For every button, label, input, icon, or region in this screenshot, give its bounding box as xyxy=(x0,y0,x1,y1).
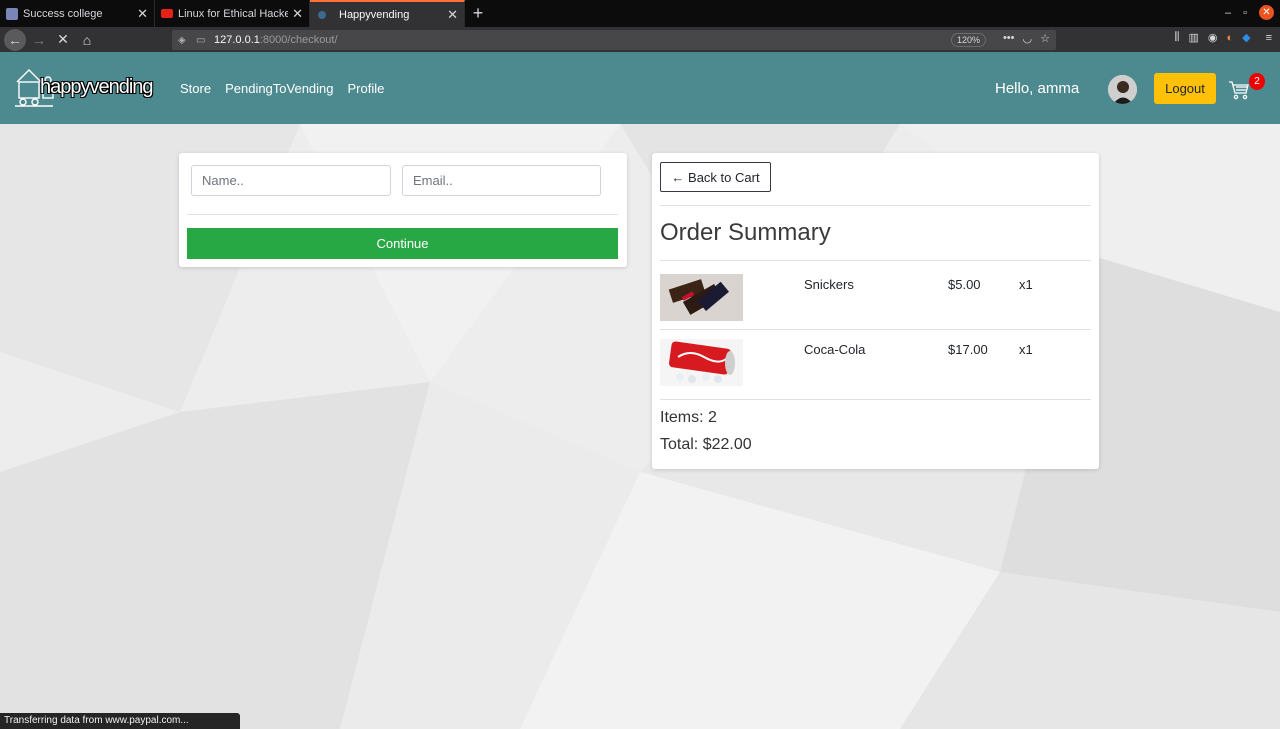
order-summary-title: Order Summary xyxy=(660,219,831,246)
logout-button[interactable]: Logout xyxy=(1154,73,1216,104)
browser-tab-bar: Success college ✕ Linux for Ethical Hack… xyxy=(0,0,1280,27)
pocket-icon[interactable]: ◡ xyxy=(1023,32,1033,45)
more-actions-icon[interactable]: ••• xyxy=(1003,32,1015,45)
window-controls: – ▫ ✕ xyxy=(1225,5,1274,20)
checkout-form-card: Name.. Email.. Continue xyxy=(179,153,627,267)
forward-icon[interactable]: → xyxy=(28,29,50,51)
item-quantity: x1 xyxy=(1019,342,1033,357)
item-name: Coca-Cola xyxy=(804,342,866,357)
cart-icon[interactable] xyxy=(1228,80,1250,100)
new-tab-icon[interactable]: + xyxy=(465,0,491,27)
minimize-icon[interactable]: – xyxy=(1225,7,1231,19)
close-tab-icon[interactable]: ✕ xyxy=(447,7,458,23)
browser-tab-happyvending[interactable]: Happyvending ✕ xyxy=(310,0,465,27)
tab-label: Happyvending xyxy=(339,8,410,21)
item-price: $17.00 xyxy=(948,342,988,357)
list-item: Coca-Cola $17.00 x1 xyxy=(660,339,1091,395)
item-price: $5.00 xyxy=(948,277,981,292)
bookmark-star-icon[interactable]: ☆ xyxy=(1040,32,1050,45)
college-favicon-icon xyxy=(6,7,18,20)
close-tab-icon[interactable]: ✕ xyxy=(292,6,303,22)
extension-blue-icon[interactable]: ◆ xyxy=(1242,31,1250,44)
close-window-icon[interactable]: ✕ xyxy=(1259,5,1274,20)
cart-count-badge: 2 xyxy=(1249,73,1265,90)
url-actions: ••• ◡ ☆ xyxy=(1003,32,1050,45)
stop-icon[interactable]: ✕ xyxy=(52,29,74,51)
item-name: Snickers xyxy=(804,277,854,292)
email-input[interactable]: Email.. xyxy=(402,165,601,196)
summary-divider xyxy=(660,260,1091,261)
user-greeting: Hello, amma xyxy=(995,80,1080,97)
nav-link-pending-to-vending[interactable]: PendingToVending xyxy=(225,81,333,96)
list-item: Snickers $5.00 x1 xyxy=(660,274,1091,330)
form-divider xyxy=(187,214,618,215)
browser-tab-linux[interactable]: Linux for Ethical Hackers ✕ xyxy=(155,0,310,27)
shield-icon[interactable]: ◈ xyxy=(178,35,190,46)
sidebar-icon[interactable]: ▥ xyxy=(1188,31,1198,44)
nav-link-store[interactable]: Store xyxy=(180,81,211,96)
toolbar-icons: ⫼ ▥ ◉ ◐ ◆ ≡ xyxy=(1174,31,1272,44)
site-nav-links: Store PendingToVending Profile xyxy=(180,81,384,96)
zoom-level[interactable]: 120% xyxy=(950,33,986,47)
menu-icon[interactable]: ≡ xyxy=(1266,32,1272,44)
summary-divider xyxy=(660,205,1091,206)
item-quantity: x1 xyxy=(1019,277,1033,292)
home-icon[interactable]: ⌂ xyxy=(76,29,98,51)
extension-orange-icon[interactable]: ◐ xyxy=(1226,32,1233,44)
snickers-image xyxy=(660,274,743,321)
avatar[interactable] xyxy=(1108,75,1137,104)
account-icon[interactable]: ◉ xyxy=(1208,31,1218,44)
back-to-cart-button[interactable]: ← Back to Cart xyxy=(660,162,771,192)
close-tab-icon[interactable]: ✕ xyxy=(137,6,148,22)
order-summary-card: ← Back to Cart Order Summary Snickers $5… xyxy=(652,153,1099,469)
tab-label: Success college xyxy=(23,7,103,20)
nav-link-profile[interactable]: Profile xyxy=(348,81,385,96)
library-icon[interactable]: ⫼ xyxy=(1174,31,1179,44)
site-navbar: happyvending Store PendingToVending Prof… xyxy=(0,52,1280,124)
back-icon[interactable]: ← xyxy=(4,28,26,51)
continue-button[interactable]: Continue xyxy=(187,228,618,259)
youtube-favicon-icon xyxy=(161,9,173,18)
snickers-image-icon xyxy=(660,274,743,321)
browser-nav-bar: ← → ✕ ⌂ ◈ ▭ 127.0.0.1:8000/checkout/ 120… xyxy=(0,27,1280,52)
row-divider xyxy=(660,329,1091,330)
url-text: 127.0.0.1:8000/checkout/ xyxy=(214,34,338,46)
page-viewport: happyvending Store PendingToVending Prof… xyxy=(0,52,1280,729)
browser-tab-success-college[interactable]: Success college ✕ xyxy=(0,0,155,27)
loading-favicon-icon xyxy=(318,10,326,19)
browser-status-bar: Transferring data from www.paypal.com... xyxy=(0,713,240,729)
tab-label: Linux for Ethical Hackers xyxy=(178,7,289,20)
logo-text: happyvending xyxy=(40,76,154,98)
row-divider xyxy=(660,399,1091,400)
order-total: Total: $22.00 xyxy=(660,436,752,453)
maximize-icon[interactable]: ▫ xyxy=(1243,7,1247,19)
page-info-icon[interactable]: ▭ xyxy=(196,35,208,46)
user-avatar-icon xyxy=(1108,75,1137,104)
name-input[interactable]: Name.. xyxy=(191,165,391,196)
items-count: Items: 2 xyxy=(660,409,717,426)
coca-cola-image xyxy=(660,339,743,386)
coca-cola-image-icon xyxy=(660,339,743,386)
address-bar[interactable]: ◈ ▭ 127.0.0.1:8000/checkout/ 120% ••• ◡ … xyxy=(172,30,1056,50)
